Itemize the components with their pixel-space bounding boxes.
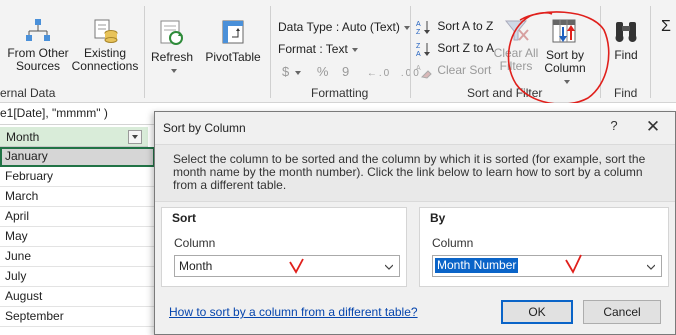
svg-text:Z: Z [416,43,421,50]
sort-ascending-icon: A Z [416,21,430,36]
clear-sort-button[interactable]: A Clear Sort [416,63,491,79]
help-link[interactable]: How to sort by a column from a different… [169,305,418,319]
table-row[interactable]: July [0,267,155,287]
table-row[interactable]: April [0,207,155,227]
currency-icon[interactable]: $ [282,64,291,79]
dialog-description: Select the column to be sorted and the c… [173,152,646,192]
sort-panel-title: Sort [172,211,196,225]
column-header-month[interactable]: Month [0,127,148,147]
sort-by-column-label: Sort by Column [544,48,586,75]
svg-text:A: A [416,51,421,57]
sort-by-column-button[interactable]: Sort by Column [540,18,590,88]
chevron-down-icon [351,47,358,52]
sort-panel: Sort Column Month [161,207,407,287]
number-format-buttons[interactable]: $ % 9 ←.0 .00 [282,64,421,79]
sort-filter-group-label: Sort and Filter [467,86,543,100]
help-icon[interactable]: ? [605,118,623,136]
filter-dropdown-icon[interactable] [128,130,142,144]
find-button[interactable]: Find [606,18,646,62]
existing-connections-button[interactable]: Existing Connections [70,18,140,73]
sort-column-value: Month [179,259,213,273]
ribbon-divider [410,6,411,98]
find-group-label: Find [614,86,638,100]
existing-connections-label: Existing Connections [71,46,139,73]
formatting-group-label: Formatting [311,86,369,100]
pivottable-button[interactable]: PivotTable [202,18,264,64]
clear-sort-label: Clear Sort [437,63,492,78]
format-label: Format : Text [278,42,348,56]
ok-button[interactable]: OK [501,300,573,324]
by-column-caption: Column [432,236,474,250]
sheet-grid: Month January February March April May J… [0,126,155,335]
chevron-down-icon [564,79,570,84]
pivottable-label: PivotTable [205,50,261,64]
chevron-down-icon [385,264,393,270]
autosum-button[interactable]: Σ [661,18,671,36]
increase-decimal-icon[interactable]: ←.0 [367,68,391,79]
sort-column-select[interactable]: Month [174,255,400,277]
table-row[interactable]: September [0,307,155,327]
table-row[interactable]: June [0,247,155,267]
svg-text:A: A [416,65,421,72]
sort-by-column-dialog: Sort by Column ? ✕ Select the column to … [154,111,676,335]
dialog-title: Sort by Column [163,121,246,135]
format-dropdown[interactable]: Format : Text [278,42,358,56]
column-header-label: Month [6,130,40,144]
clear-all-filters-label: Clear All Filters [493,46,539,73]
sort-a-to-z-label: Sort A to Z [437,19,494,34]
pivottable-icon [222,20,244,44]
table-row[interactable]: February [0,167,155,187]
ribbon-divider [650,6,651,98]
table-row[interactable]: May [0,227,155,247]
by-column-value: Month Number [435,258,519,273]
sort-a-to-z-button[interactable]: A Z Sort A to Z [416,19,494,36]
sort-by-column-icon [552,19,576,43]
chevron-down-icon [171,68,177,73]
ribbon: From Other Sources Existing Connections … [0,0,676,103]
ribbon-divider [270,6,271,98]
clear-sort-icon: A [416,65,432,79]
clear-filter-icon [504,20,529,41]
annotation-checkmark [289,258,304,274]
table-row[interactable]: August [0,287,155,307]
refresh-label: Refresh [150,50,194,64]
refresh-button[interactable]: Refresh [148,18,196,77]
by-panel-title: By [430,211,446,225]
sort-descending-icon: Z A [416,43,430,58]
sort-z-to-a-button[interactable]: Z A Sort Z to A [416,41,495,58]
comma-style-icon[interactable]: 9 [342,64,351,79]
from-other-sources-button[interactable]: From Other Sources [2,18,74,73]
clear-all-filters-button[interactable]: Clear All Filters [493,18,539,73]
sort-column-caption: Column [174,236,216,250]
ribbon-divider [144,6,145,98]
cancel-button[interactable]: Cancel [583,300,661,324]
from-other-sources-label: From Other Sources [7,46,69,73]
table-row[interactable]: March [0,187,155,207]
database-icon [94,19,118,43]
find-label: Find [614,48,638,62]
formula-text: e1[Date], "mmmm" ) [0,106,108,120]
percent-icon[interactable]: % [317,64,331,79]
external-data-group-label: ernal Data [0,86,56,100]
data-type-dropdown[interactable]: Data Type : Auto (Text) [278,20,410,34]
by-column-select[interactable]: Month Number [432,255,662,277]
table-row[interactable]: January [0,147,155,167]
chevron-down-icon [295,70,302,75]
chevron-down-icon [403,25,410,30]
binoculars-icon [615,22,637,42]
close-icon[interactable]: ✕ [641,116,665,138]
network-icon [26,19,50,41]
sort-z-to-a-label: Sort Z to A [437,41,495,56]
ribbon-divider [600,6,601,98]
svg-text:Z: Z [416,29,421,35]
data-type-label: Data Type : Auto (Text) [278,20,400,34]
annotation-checkmark [565,254,582,274]
chevron-down-icon [647,264,655,270]
svg-text:A: A [416,21,421,28]
by-panel: By Column Month Number [419,207,669,287]
refresh-icon [160,20,183,45]
